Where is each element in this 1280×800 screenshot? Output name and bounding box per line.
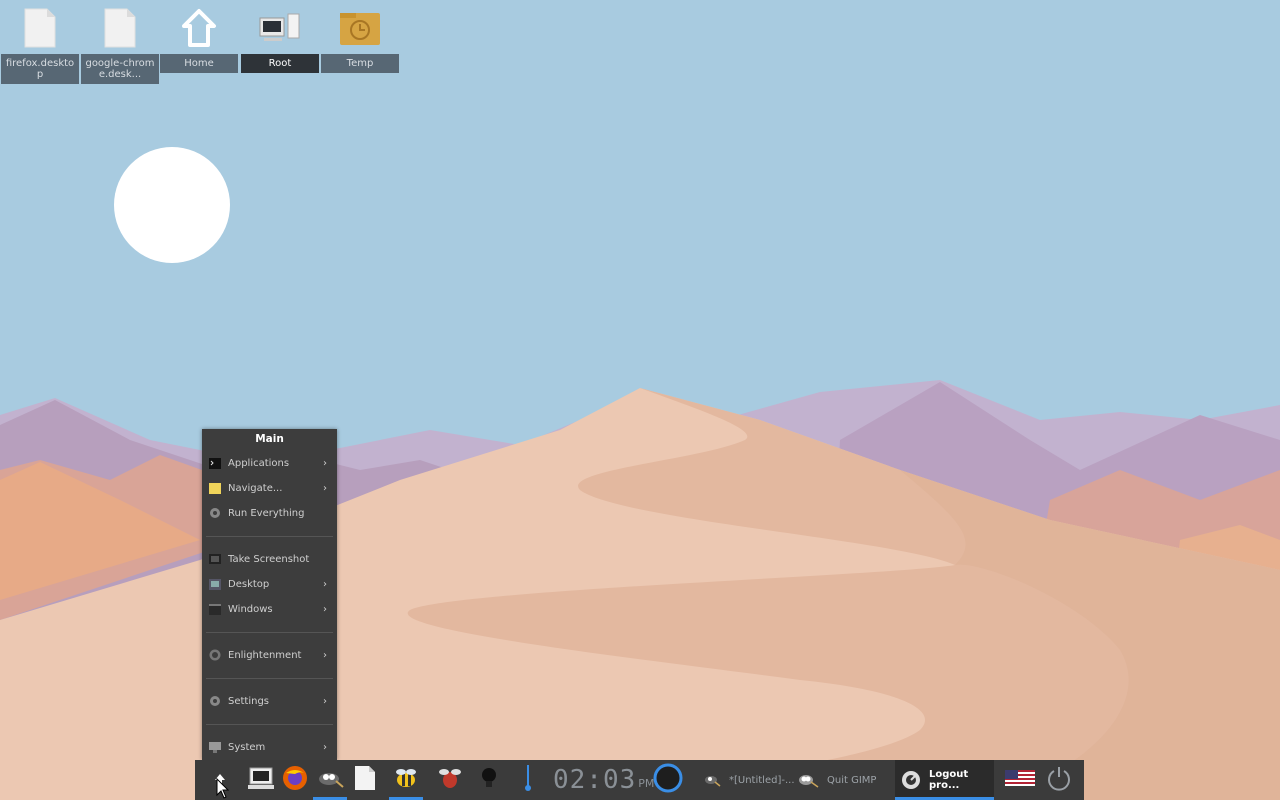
menu-item-run-everything[interactable]: Run Everything	[202, 501, 337, 525]
menu-separator	[206, 632, 333, 633]
menu-item-label: System	[228, 741, 266, 753]
gear-icon	[209, 507, 221, 519]
task-quit-gimp[interactable]: Quit GIMP	[797, 760, 889, 800]
screenshot-icon	[209, 553, 221, 565]
gear-icon	[209, 695, 221, 707]
menu-item-system[interactable]: System ›	[202, 735, 337, 759]
menu-item-label: Applications	[228, 457, 290, 469]
file-icon	[81, 4, 159, 52]
launcher-firefox[interactable]	[279, 760, 311, 800]
pager-gadget[interactable]	[650, 760, 686, 800]
chevron-right-icon: ›	[323, 578, 327, 590]
chevron-right-icon: ›	[323, 457, 327, 469]
desktop-icon-root[interactable]: Root	[241, 4, 319, 73]
clock-time: 02:03	[553, 765, 637, 795]
desktop-icon-label: google-chrome.desk...	[81, 54, 159, 84]
menu-item-applications[interactable]: Applications ›	[202, 451, 337, 475]
task-gimp-untitled[interactable]: *[Untitled]-...	[703, 760, 795, 800]
bee-icon	[392, 766, 420, 794]
chevron-right-icon: ›	[323, 482, 327, 494]
launcher-bug-app[interactable]	[433, 760, 467, 800]
bug-icon	[437, 766, 463, 794]
folder-clock-icon	[321, 4, 399, 52]
desktop-icon	[209, 578, 221, 590]
menu-item-label: Take Screenshot	[228, 553, 310, 565]
desktop-icon-label: firefox.desktop	[1, 54, 79, 84]
chevron-right-icon: ›	[323, 695, 327, 707]
launcher-bee-app[interactable]	[389, 760, 423, 800]
gimp-icon	[797, 772, 819, 788]
menu-item-label: Settings	[228, 695, 270, 707]
launcher-text-editor[interactable]	[349, 760, 381, 800]
terminal-icon	[209, 457, 221, 469]
menu-item-label: Enlightenment	[228, 649, 302, 661]
desktop-icon-label: Temp	[321, 54, 399, 73]
power-icon	[1046, 765, 1072, 795]
thermometer-gadget[interactable]	[515, 760, 541, 800]
menu-item-enlightenment[interactable]: Enlightenment ›	[202, 643, 337, 667]
menu-item-label: Desktop	[228, 578, 270, 590]
menu-item-navigate[interactable]: Navigate... ›	[202, 476, 337, 500]
sun	[114, 147, 230, 263]
chevron-right-icon: ›	[323, 603, 327, 615]
file-icon	[1, 4, 79, 52]
menu-separator	[206, 724, 333, 725]
enlightenment-icon	[901, 770, 921, 790]
desktop-icon-temp[interactable]: Temp	[321, 4, 399, 73]
menu-item-desktop[interactable]: Desktop ›	[202, 572, 337, 596]
monitor-icon	[209, 741, 221, 753]
gimp-icon	[703, 773, 721, 787]
thermometer-icon	[523, 764, 533, 796]
menu-separator	[206, 678, 333, 679]
us-flag-icon	[1005, 770, 1035, 790]
chevron-right-icon: ›	[323, 649, 327, 661]
menu-item-label: Windows	[228, 603, 273, 615]
task-label: Quit GIMP	[827, 774, 877, 786]
keyboard-layout-button[interactable]	[1002, 760, 1038, 800]
document-icon	[354, 765, 376, 795]
menu-item-settings[interactable]: Settings ›	[202, 689, 337, 713]
desktop-icon-firefox-desktop[interactable]: firefox.desktop	[1, 4, 79, 84]
desktop-icon-label: Root	[241, 54, 319, 73]
power-button[interactable]	[1042, 760, 1076, 800]
main-menu: Main Applications › Navigate... › Run Ev…	[202, 429, 337, 760]
desktop-icon-google-chrome-desktop[interactable]: google-chrome.desk...	[81, 4, 159, 84]
task-label: Logout pro...	[929, 769, 969, 791]
home-icon	[160, 4, 238, 52]
menu-item-label: Navigate...	[228, 482, 283, 494]
launcher-gimp[interactable]	[313, 760, 347, 800]
folder-icon	[209, 482, 221, 494]
menu-item-take-screenshot[interactable]: Take Screenshot	[202, 547, 337, 571]
firefox-icon	[282, 765, 308, 795]
menu-item-label: Run Everything	[228, 507, 305, 519]
clock[interactable]: 02:03 PM	[553, 760, 654, 800]
computer-icon	[241, 4, 319, 52]
lightbulb-gadget[interactable]	[475, 760, 503, 800]
ring-icon	[652, 762, 684, 798]
task-label: *[Untitled]-...	[729, 774, 795, 786]
lightbulb-icon	[481, 767, 497, 793]
desktop-wallpaper	[0, 0, 1280, 800]
gimp-icon	[316, 767, 344, 793]
launcher-file-manager[interactable]	[245, 760, 277, 800]
desktop-icon-home[interactable]: Home	[160, 4, 238, 73]
mouse-cursor	[216, 778, 230, 799]
taskbar: 02:03 PM *[Untitled]-... Quit GIMP Logou…	[195, 760, 1084, 800]
drive-icon	[247, 766, 275, 794]
menu-item-windows[interactable]: Windows ›	[202, 597, 337, 621]
enlightenment-icon	[209, 649, 221, 661]
menu-title: Main	[255, 433, 284, 445]
windows-icon	[209, 603, 221, 615]
menu-separator	[206, 536, 333, 537]
desktop-icon-label: Home	[160, 54, 238, 73]
task-logout[interactable]: Logout pro...	[895, 760, 994, 800]
chevron-right-icon: ›	[323, 741, 327, 753]
